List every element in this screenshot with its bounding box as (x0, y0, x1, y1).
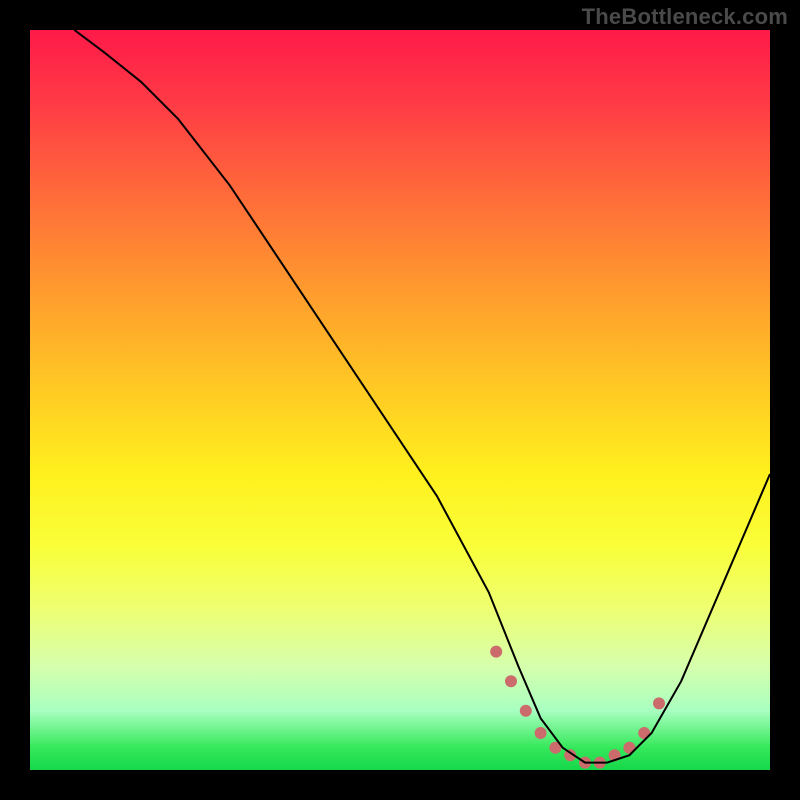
chart-plot-area (30, 30, 770, 770)
watermark-text: TheBottleneck.com (582, 4, 788, 30)
chart-svg (30, 30, 770, 770)
marker-dot (535, 727, 547, 739)
marker-dot (520, 705, 532, 717)
bottleneck-curve (74, 30, 770, 763)
marker-dot (490, 646, 502, 658)
marker-dot (653, 697, 665, 709)
chart-frame: TheBottleneck.com (0, 0, 800, 800)
marker-dot (505, 675, 517, 687)
